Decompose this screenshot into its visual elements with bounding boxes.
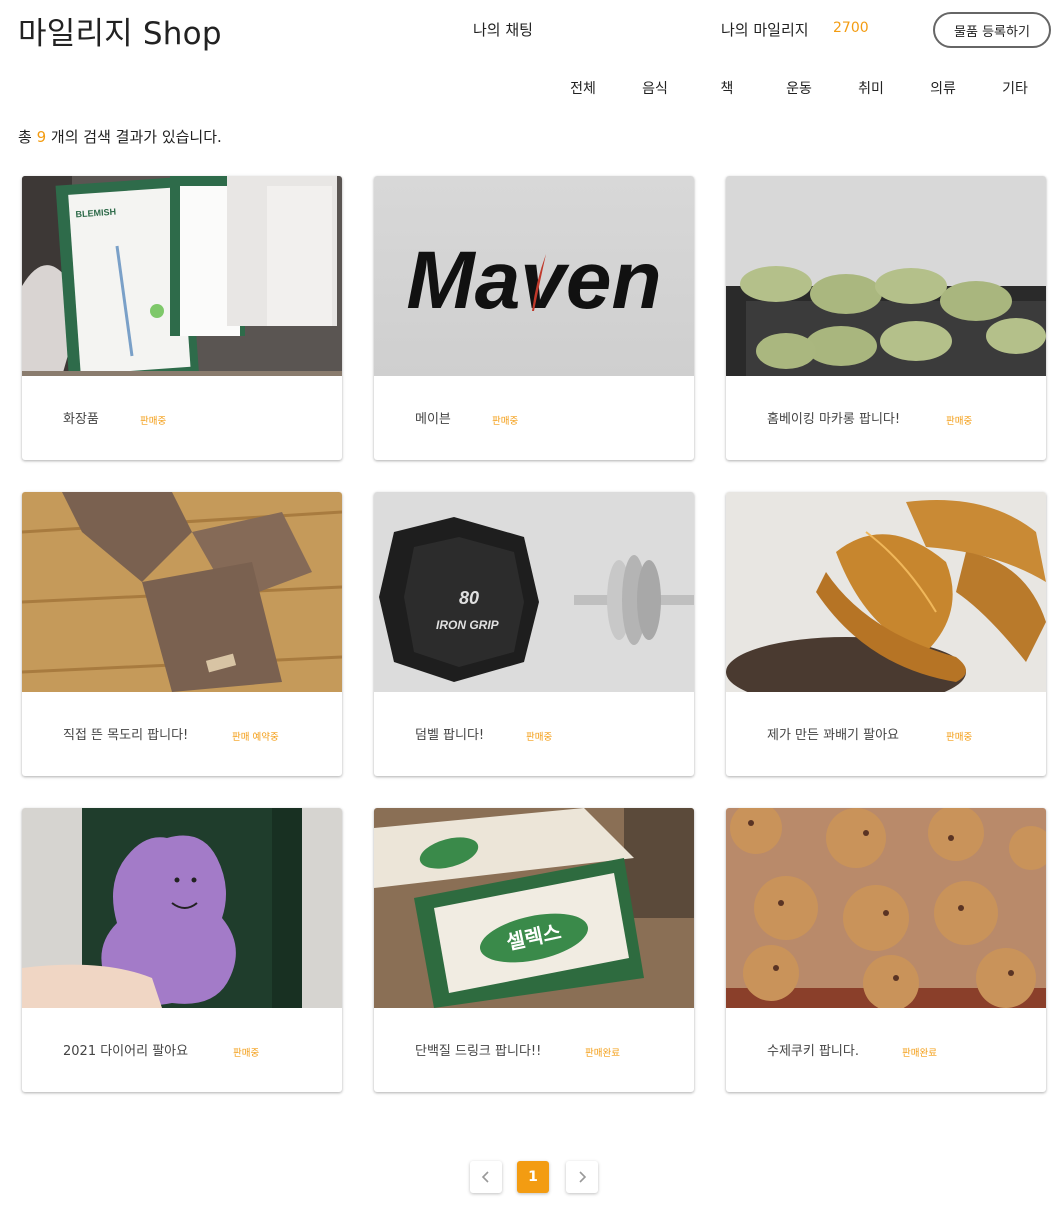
product-title: 2021 다이어리 팔아요: [63, 1044, 189, 1059]
product-status: 판매중: [492, 416, 519, 427]
product-status: 판매 예약중: [232, 732, 279, 743]
product-status: 판매중: [526, 732, 553, 743]
site-logo[interactable]: 마일리지 Shop: [18, 8, 222, 53]
product-status: 판매중: [946, 416, 973, 427]
mileage-value: 2700: [833, 20, 869, 36]
product-image: [726, 176, 1046, 376]
pagination-page-1[interactable]: 1: [517, 1161, 549, 1193]
product-card[interactable]: 셀렉스 단백질 드링크 팝니다!! 판매완료: [374, 808, 694, 1092]
category-etc[interactable]: 기타: [1002, 78, 1028, 98]
product-image: [726, 492, 1046, 692]
product-status: 판매중: [946, 732, 973, 743]
product-title: 메이븐: [415, 412, 451, 427]
product-card[interactable]: 직접 뜬 목도리 팝니다! 판매 예약중: [22, 492, 342, 776]
category-food[interactable]: 음식: [642, 78, 668, 98]
product-title: 단백질 드링크 팝니다!!: [415, 1044, 542, 1059]
search-result-summary: 총 9 개의 검색 결과가 있습니다.: [18, 126, 222, 147]
maven-logo-text: Maven: [406, 235, 661, 326]
result-prefix: 총: [18, 128, 32, 146]
dumbbell-weight-text: 80: [459, 588, 479, 608]
product-status: 판매완료: [585, 1048, 620, 1059]
chevron-left-icon: [480, 1168, 492, 1187]
register-item-button[interactable]: 물품 등록하기: [933, 12, 1051, 48]
product-image: [22, 808, 342, 1008]
product-title: 화장품: [63, 412, 99, 427]
category-nav: 전체 음식 책 운동 취미 의류 기타: [0, 78, 1062, 102]
product-card[interactable]: BLEMISH 화장품 판매중: [22, 176, 342, 460]
product-image: 80 IRON GRIP: [374, 492, 694, 692]
dumbbell-brand-text: IRON GRIP: [436, 618, 500, 632]
product-status: 판매중: [233, 1048, 260, 1059]
product-card[interactable]: 수제쿠키 팝니다. 판매완료: [726, 808, 1046, 1092]
mileage-label: 나의 마일리지: [721, 21, 809, 39]
product-title: 제가 만든 꽈배기 팔아요: [767, 728, 899, 743]
product-image: Maven: [374, 176, 694, 376]
chevron-right-icon: [576, 1168, 588, 1187]
pagination-next-button[interactable]: [566, 1161, 598, 1193]
product-image: [726, 808, 1046, 1008]
product-image: 셀렉스: [374, 808, 694, 1008]
product-card[interactable]: 홈베이킹 마카롱 팝니다! 판매중: [726, 176, 1046, 460]
product-status: 판매중: [140, 416, 167, 427]
header: 마일리지 Shop 나의 채팅 나의 마일리지 2700 물품 등록하기: [0, 0, 1062, 60]
product-title: 수제쿠키 팝니다.: [767, 1044, 859, 1059]
product-card[interactable]: Maven 메이븐 판매중: [374, 176, 694, 460]
result-count: 9: [36, 128, 47, 146]
product-card[interactable]: 2021 다이어리 팔아요 판매중: [22, 808, 342, 1092]
result-suffix: 개의 검색 결과가 있습니다.: [50, 128, 222, 146]
category-all[interactable]: 전체: [570, 78, 596, 98]
category-sports[interactable]: 운동: [786, 78, 812, 98]
product-image: [22, 492, 342, 692]
my-chat-link[interactable]: 나의 채팅: [473, 19, 533, 40]
product-status: 판매완료: [902, 1048, 937, 1059]
product-title: 홈베이킹 마카롱 팝니다!: [767, 412, 901, 427]
product-title: 직접 뜬 목도리 팝니다!: [63, 728, 189, 743]
product-title: 덤벨 팝니다!: [415, 728, 485, 743]
product-image: BLEMISH: [22, 176, 342, 376]
pagination-prev-button[interactable]: [470, 1161, 502, 1193]
product-card[interactable]: 80 IRON GRIP 덤벨 팝니다! 판매중: [374, 492, 694, 776]
category-hobby[interactable]: 취미: [858, 78, 884, 98]
category-books[interactable]: 책: [721, 78, 734, 98]
product-card[interactable]: 제가 만든 꽈배기 팔아요 판매중: [726, 492, 1046, 776]
category-clothing[interactable]: 의류: [930, 78, 956, 98]
